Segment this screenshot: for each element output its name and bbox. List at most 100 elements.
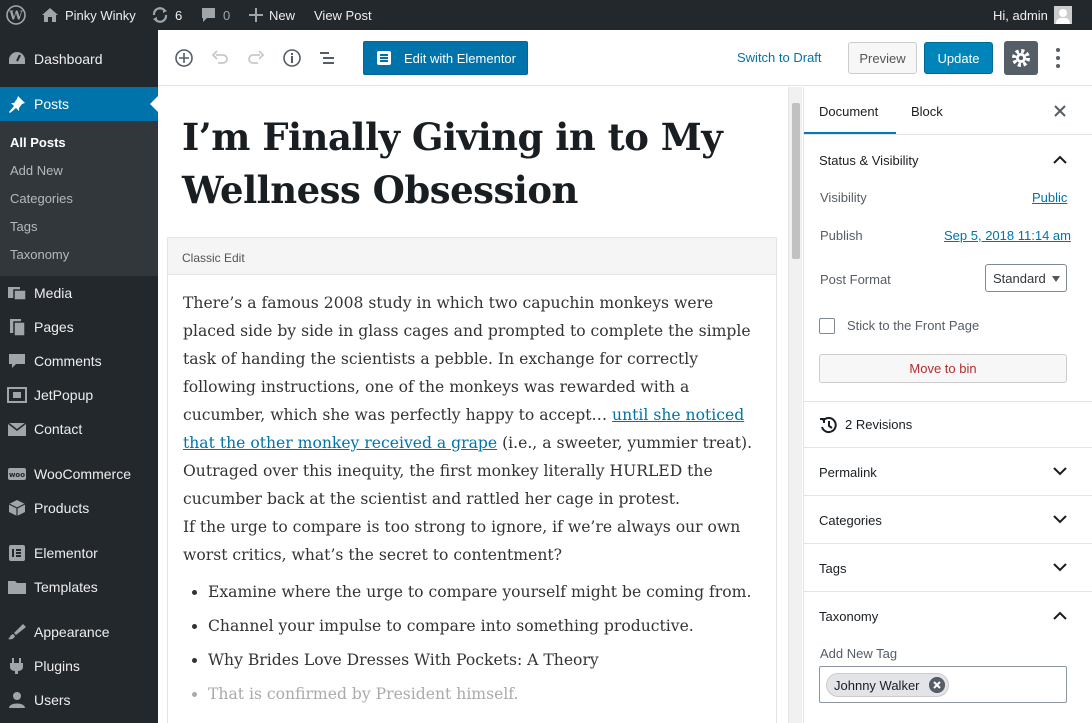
- new-content-link[interactable]: New: [249, 0, 295, 30]
- undo-icon[interactable]: [210, 48, 230, 68]
- site-name-link[interactable]: Pinky Winky: [41, 0, 136, 30]
- folder-icon: [8, 581, 26, 594]
- list-item: Examine where the urge to compare yourse…: [208, 575, 768, 609]
- wordpress-logo-icon[interactable]: W: [6, 0, 26, 30]
- admin-bar: W Pinky Winky 6 0 New View Post Hi, admi…: [0, 0, 1092, 30]
- new-label: New: [269, 7, 296, 23]
- chevron-up-icon[interactable]: [1053, 611, 1067, 620]
- pages-icon: [10, 319, 26, 336]
- menu-label: Contact: [34, 421, 83, 437]
- mail-icon: [7, 422, 27, 436]
- permalink-toggle[interactable]: Permalink: [819, 465, 877, 480]
- chevron-down-icon[interactable]: [1053, 467, 1067, 476]
- settings-sidebar: Document Block Status & Visibility Visib…: [803, 87, 1092, 723]
- menu-pages[interactable]: Pages: [0, 310, 158, 344]
- block-navigation-icon[interactable]: [318, 48, 338, 68]
- comments-icon: [9, 354, 25, 368]
- svg-text:W: W: [8, 9, 23, 23]
- menu-label: WooCommerce: [34, 466, 131, 482]
- classic-block-toolbar: Classic Edit: [168, 238, 776, 275]
- preview-button[interactable]: Preview: [848, 42, 917, 74]
- submenu-categories[interactable]: Categories: [10, 191, 73, 206]
- submenu-taxonomy[interactable]: Taxonomy: [10, 247, 69, 262]
- gear-icon: [1012, 49, 1030, 67]
- updates-link[interactable]: 6: [151, 0, 182, 30]
- avatar: [1053, 6, 1072, 24]
- publish-label: Publish: [820, 228, 863, 243]
- taxonomy-toggle[interactable]: Taxonomy: [819, 609, 878, 624]
- revisions-link[interactable]: 2 Revisions: [845, 417, 912, 432]
- editor-scrollbar[interactable]: [788, 87, 802, 723]
- menu-jetpopup[interactable]: JetPopup: [0, 378, 158, 412]
- post-title[interactable]: I’m Finally Giving in to My Wellness Obs…: [182, 111, 762, 217]
- update-button[interactable]: Update: [924, 42, 993, 74]
- categories-toggle[interactable]: Categories: [819, 513, 882, 528]
- redo-icon[interactable]: [246, 48, 266, 68]
- svg-text:woo: woo: [9, 471, 25, 479]
- add-block-icon[interactable]: [174, 48, 194, 68]
- plug-icon: [10, 658, 23, 674]
- post-format-select[interactable]: Standard: [985, 264, 1067, 292]
- close-icon[interactable]: [1054, 105, 1066, 117]
- editor-toolbar: Edit with Elementor Switch to Draft Prev…: [158, 30, 1092, 86]
- menu-elementor[interactable]: Elementor: [0, 536, 158, 570]
- submenu-all-posts[interactable]: All Posts: [10, 135, 66, 150]
- menu-label: Templates: [34, 579, 98, 595]
- menu-plugins[interactable]: Plugins: [0, 649, 158, 683]
- menu-label: Posts: [34, 96, 70, 112]
- account-menu[interactable]: Hi, admin: [993, 0, 1072, 30]
- more-options-icon[interactable]: [1048, 44, 1068, 72]
- revisions-icon: [820, 417, 837, 434]
- brush-icon: [8, 624, 26, 640]
- status-visibility-toggle[interactable]: Status & Visibility: [819, 153, 918, 168]
- remove-tag-icon[interactable]: [928, 677, 945, 693]
- tag-input[interactable]: Johnny Walker: [819, 666, 1067, 703]
- divider: [804, 401, 1092, 402]
- chevron-down-icon[interactable]: [1053, 515, 1067, 524]
- list-item: That is confirmed by President himself.: [208, 677, 768, 711]
- settings-button[interactable]: [1004, 41, 1038, 75]
- info-icon[interactable]: [282, 48, 302, 68]
- menu-label: Elementor: [34, 545, 98, 561]
- comments-link[interactable]: 0: [200, 0, 230, 30]
- tab-document[interactable]: Document: [819, 104, 878, 119]
- menu-comments[interactable]: Comments: [0, 344, 158, 378]
- menu-appearance[interactable]: Appearance: [0, 615, 158, 649]
- greeting: Hi, admin: [993, 7, 1048, 23]
- home-icon: [42, 8, 58, 22]
- tags-toggle[interactable]: Tags: [819, 561, 846, 576]
- menu-label: Dashboard: [34, 51, 103, 67]
- list-item: Channel your impulse to compare into som…: [208, 609, 768, 643]
- comments-count: 0: [223, 7, 231, 23]
- edit-with-elementor-button[interactable]: Edit with Elementor: [363, 41, 528, 75]
- menu-users[interactable]: Users: [0, 683, 158, 717]
- elementor-icon: [377, 51, 391, 65]
- classic-block-content[interactable]: There’s a famous 2008 study in which two…: [183, 289, 768, 711]
- menu-dashboard[interactable]: Dashboard: [0, 42, 158, 76]
- chevron-up-icon[interactable]: [1053, 155, 1067, 164]
- menu-woocommerce[interactable]: woo WooCommerce: [0, 457, 158, 491]
- classic-block[interactable]: Classic Edit There’s a famous 2008 study…: [167, 237, 777, 723]
- tab-block[interactable]: Block: [911, 104, 943, 119]
- publish-date-link[interactable]: Sep 5, 2018 11:14 am: [944, 228, 1071, 243]
- chevron-down-icon[interactable]: [1053, 563, 1067, 572]
- move-to-bin-button[interactable]: Move to bin: [819, 354, 1067, 383]
- divider: [804, 447, 1092, 448]
- menu-contact[interactable]: Contact: [0, 412, 158, 446]
- list-item: Why Brides Love Dresses With Pockets: A …: [208, 643, 768, 677]
- visibility-link[interactable]: Public: [1032, 190, 1067, 205]
- add-tag-label: Add New Tag: [820, 646, 898, 661]
- submenu-add-new[interactable]: Add New: [10, 163, 63, 178]
- scrollbar-thumb[interactable]: [792, 103, 800, 259]
- front-page-checkbox[interactable]: [819, 318, 835, 334]
- view-post-link[interactable]: View Post: [314, 0, 372, 30]
- menu-products[interactable]: Products: [0, 491, 158, 525]
- menu-posts[interactable]: Posts: [0, 87, 158, 121]
- box-icon: [8, 500, 26, 516]
- menu-media[interactable]: Media: [0, 276, 158, 310]
- switch-to-draft-link[interactable]: Switch to Draft: [737, 50, 822, 65]
- menu-label: Media: [34, 285, 73, 301]
- user-icon: [9, 692, 25, 708]
- menu-templates[interactable]: Templates: [0, 570, 158, 604]
- submenu-tags[interactable]: Tags: [10, 219, 37, 234]
